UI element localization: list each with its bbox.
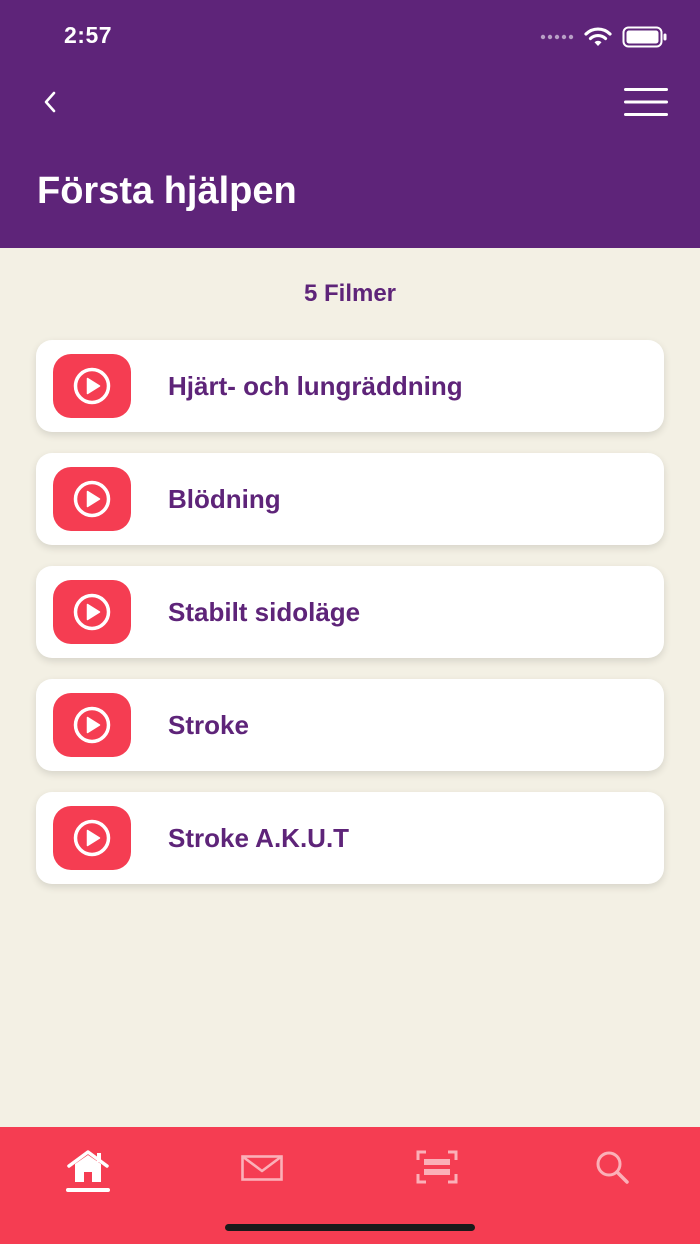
video-item-blodning[interactable]: Blödning	[36, 453, 664, 545]
play-icon	[73, 367, 111, 405]
hamburger-menu-icon	[624, 88, 668, 116]
status-time: 2:57	[64, 22, 113, 48]
play-button[interactable]	[53, 806, 131, 870]
tab-messages[interactable]	[227, 1149, 297, 1205]
tab-home[interactable]	[53, 1149, 123, 1205]
home-icon	[67, 1150, 109, 1182]
tab-scan[interactable]	[402, 1149, 472, 1205]
home-indicator[interactable]	[225, 1224, 475, 1231]
play-button[interactable]	[53, 354, 131, 418]
app-header: 2:57 Första hjälpen	[0, 0, 700, 248]
chevron-left-icon	[44, 91, 56, 113]
wifi-icon	[584, 27, 612, 46]
video-title: Blödning	[168, 483, 281, 514]
tab-search[interactable]	[577, 1149, 647, 1205]
video-item-hjart-och-lungraddning[interactable]: Hjärt- och lungräddning	[36, 340, 664, 432]
play-icon	[73, 706, 111, 744]
status-icons	[540, 24, 668, 50]
play-icon	[73, 593, 111, 631]
play-button[interactable]	[53, 580, 131, 644]
back-button[interactable]	[30, 80, 70, 124]
active-tab-indicator	[66, 1188, 110, 1192]
video-item-stroke-akut[interactable]: Stroke A.K.U.T	[36, 792, 664, 884]
video-list: Hjärt- och lungräddning Blödning Stabilt…	[36, 340, 664, 884]
menu-button[interactable]	[622, 82, 670, 122]
play-icon	[73, 480, 111, 518]
video-title: Stroke A.K.U.T	[168, 822, 350, 853]
play-button[interactable]	[53, 467, 131, 531]
scan-icon	[416, 1150, 458, 1184]
video-count: 5 Filmer	[303, 280, 397, 307]
play-icon	[73, 819, 111, 857]
play-button[interactable]	[53, 693, 131, 757]
mail-icon	[241, 1155, 283, 1181]
video-title: Stabilt sidoläge	[168, 596, 361, 627]
signal-dots-icon	[540, 34, 574, 40]
search-icon	[596, 1151, 629, 1184]
video-item-stroke[interactable]: Stroke	[36, 679, 664, 771]
page-title: Första hjälpen	[37, 170, 297, 212]
battery-icon	[622, 26, 667, 48]
video-title: Stroke	[168, 709, 249, 740]
video-title: Hjärt- och lungräddning	[168, 370, 463, 401]
video-item-stabilt-sidolage[interactable]: Stabilt sidoläge	[36, 566, 664, 658]
